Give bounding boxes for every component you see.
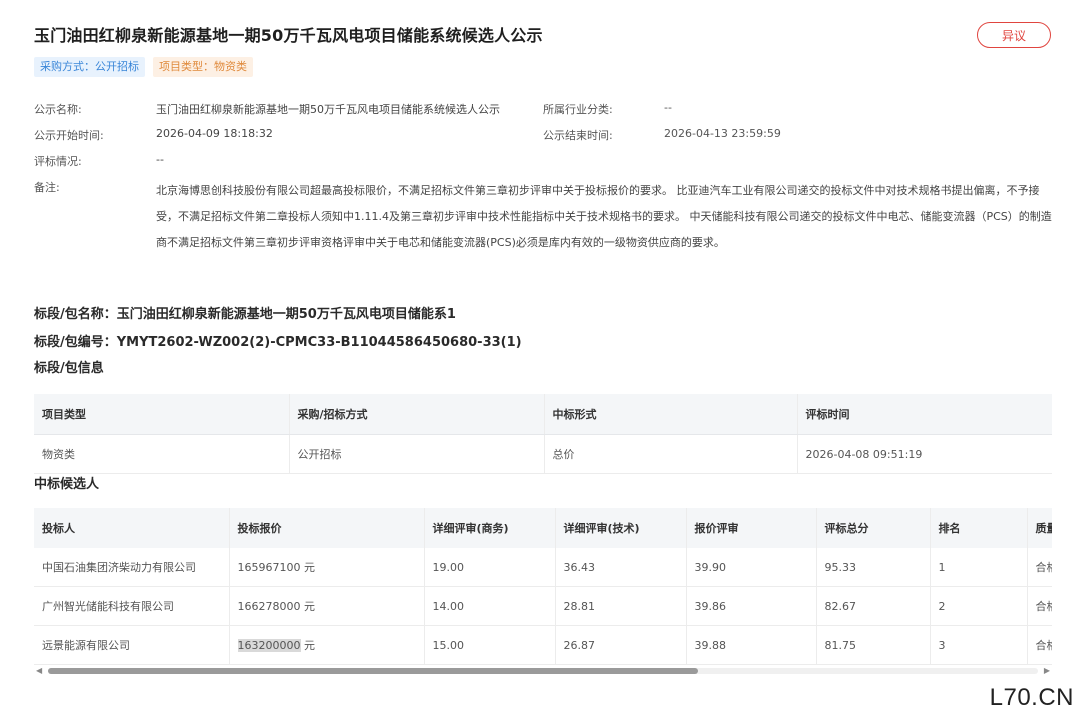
eval-label: 评标情况: <box>34 155 82 168</box>
price-unit: 元 <box>300 561 315 574</box>
candidates-table-scroll[interactable]: 投标人 投标报价 详细评审(商务) 详细评审(技术) 报价评审 评标总分 排名 … <box>34 508 1052 680</box>
page-title: 玉门油田红柳泉新能源基地一期50万千瓦风电项目储能系统候选人公示 <box>34 26 543 45</box>
table-header-row: 项目类型 采购/招标方式 中标形式 评标时间 <box>34 394 1052 435</box>
scroll-right-arrow-icon[interactable]: ▶ <box>1044 666 1050 676</box>
column-header: 质量 <box>1026 508 1052 548</box>
table-row: 远景能源有限公司 163200000 元 15.00 26.87 39.88 8… <box>34 625 1052 665</box>
quote-score-cell: 39.88 <box>685 625 816 665</box>
package-info-table: 项目类型 采购/招标方式 中标形式 评标时间 物资类 公开招标 总价 2026-… <box>34 394 1052 474</box>
scroll-track[interactable] <box>48 668 1038 674</box>
total-score-cell: 95.33 <box>815 548 930 587</box>
price-unit: 元 <box>300 600 315 613</box>
price-cell: 166278000 元 <box>228 586 424 626</box>
industry-value: -- <box>664 101 672 114</box>
end-label: 公示结束时间: <box>543 129 613 142</box>
column-header: 评标时间 <box>796 394 1052 435</box>
price-unit: 元 <box>300 639 315 652</box>
site-watermark: L70.CN <box>989 684 1074 711</box>
table-row: 物资类 公开招标 总价 2026-04-08 09:51:19 <box>34 434 1052 474</box>
quote-score-cell: 39.86 <box>685 586 816 626</box>
column-header: 投标人 <box>34 508 229 548</box>
rank-cell: 2 <box>929 586 1027 626</box>
total-score-cell: 82.67 <box>815 586 930 626</box>
table-row: 中国石油集团济柴动力有限公司 165967100 元 19.00 36.43 3… <box>34 548 1052 587</box>
tech-score-cell: 28.81 <box>554 586 686 626</box>
start-label: 公示开始时间: <box>34 129 104 142</box>
candidates-table: 投标人 投标报价 详细评审(商务) 详细评审(技术) 报价评审 评标总分 排名 … <box>34 508 1052 665</box>
column-header: 详细评审(商务) <box>423 508 555 548</box>
remark-label: 备注: <box>34 181 60 194</box>
column-header: 详细评审(技术) <box>554 508 686 548</box>
bidder-cell: 中国石油集团济柴动力有限公司 <box>34 548 229 587</box>
quality-cell: 合格 <box>1026 625 1052 665</box>
end-value: 2026-04-13 23:59:59 <box>664 127 781 140</box>
rank-cell: 1 <box>929 548 1027 587</box>
business-score-cell: 14.00 <box>423 586 555 626</box>
price-value-highlighted: 163200000 <box>237 639 301 652</box>
name-label: 公示名称: <box>34 103 82 116</box>
project-type-tag: 项目类型：物资类 <box>153 57 253 77</box>
column-header: 评标总分 <box>815 508 930 548</box>
table-cell: 总价 <box>543 434 797 474</box>
objection-button[interactable]: 异议 <box>977 22 1051 48</box>
tech-score-cell: 26.87 <box>554 625 686 665</box>
price-value: 165967100 <box>237 561 301 574</box>
horizontal-scrollbar[interactable]: ◀ ▶ <box>34 666 1052 676</box>
column-header: 投标报价 <box>228 508 424 548</box>
industry-label: 所属行业分类: <box>543 103 613 116</box>
tech-score-cell: 36.43 <box>554 548 686 587</box>
quote-score-cell: 39.90 <box>685 548 816 587</box>
name-value: 玉门油田红柳泉新能源基地一期50万千瓦风电项目储能系统候选人公示 <box>156 103 500 116</box>
price-value: 166278000 <box>237 600 301 613</box>
table-cell: 2026-04-08 09:51:19 <box>796 434 1052 474</box>
candidates-title: 中标候选人 <box>34 477 100 492</box>
table-header-row: 投标人 投标报价 详细评审(商务) 详细评审(技术) 报价评审 评标总分 排名 … <box>34 508 1052 548</box>
table-cell: 公开招标 <box>288 434 544 474</box>
column-header: 采购/招标方式 <box>288 394 544 435</box>
column-header: 报价评审 <box>685 508 816 548</box>
bidder-cell: 广州智光储能科技有限公司 <box>34 586 229 626</box>
eval-value: -- <box>156 153 164 166</box>
business-score-cell: 19.00 <box>423 548 555 587</box>
start-value: 2026-04-09 18:18:32 <box>156 127 273 140</box>
bidder-cell: 远景能源有限公司 <box>34 625 229 665</box>
package-name: 标段/包名称：玉门油田红柳泉新能源基地一期50万千瓦风电项目储能系1 <box>34 307 456 322</box>
total-score-cell: 81.75 <box>815 625 930 665</box>
price-cell: 163200000 元 <box>228 625 424 665</box>
remark-value: 北京海博思创科技股份有限公司超最高投标限价，不满足招标文件第三章初步评审中关于投… <box>156 184 1052 249</box>
business-score-cell: 15.00 <box>423 625 555 665</box>
scroll-thumb[interactable] <box>48 668 698 674</box>
quality-cell: 合格 <box>1026 548 1052 587</box>
package-info-title: 标段/包信息 <box>34 361 104 376</box>
scroll-left-arrow-icon[interactable]: ◀ <box>36 666 42 676</box>
price-cell: 165967100 元 <box>228 548 424 587</box>
tag-group: 采购方式：公开招标 项目类型：物资类 <box>34 57 253 77</box>
package-number: 标段/包编号：YMYT2602-WZ002(2)-CPMC33-B1104458… <box>34 335 522 350</box>
rank-cell: 3 <box>929 625 1027 665</box>
notice-page: 玉门油田红柳泉新能源基地一期50万千瓦风电项目储能系统候选人公示 异议 采购方式… <box>0 0 1080 718</box>
quality-cell: 合格 <box>1026 586 1052 626</box>
column-header: 中标形式 <box>543 394 797 435</box>
table-row: 广州智光储能科技有限公司 166278000 元 14.00 28.81 39.… <box>34 586 1052 626</box>
column-header: 项目类型 <box>34 394 289 435</box>
procurement-method-tag: 采购方式：公开招标 <box>34 57 145 77</box>
column-header: 排名 <box>929 508 1027 548</box>
table-cell: 物资类 <box>34 434 289 474</box>
